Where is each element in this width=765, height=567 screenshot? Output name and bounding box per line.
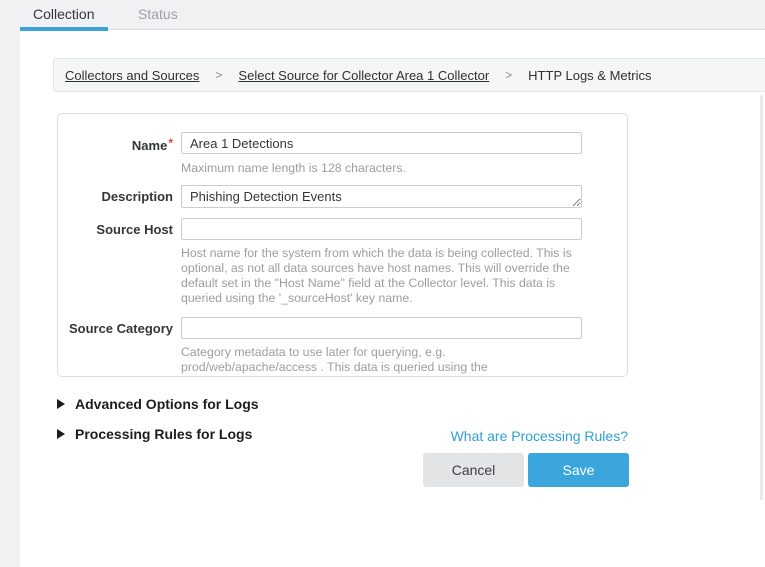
breadcrumb-separator: >: [215, 68, 222, 82]
name-help-text: Maximum name length is 128 characters.: [181, 161, 580, 176]
description-label: Description: [58, 185, 173, 204]
advanced-options-label: Advanced Options for Logs: [75, 396, 259, 412]
name-field-row: Name*: [58, 132, 627, 154]
name-label: Name*: [58, 132, 173, 153]
tab-status[interactable]: Status: [138, 0, 178, 27]
processing-rules-toggle[interactable]: Processing Rules for Logs: [57, 426, 252, 442]
source-config-page: Collection Status Collectors and Sources…: [0, 0, 765, 567]
active-tab-indicator: [20, 27, 108, 31]
required-asterisk: *: [168, 136, 173, 150]
breadcrumb-current-http-logs-metrics: HTTP Logs & Metrics: [528, 68, 651, 83]
form-actions: Cancel Save: [423, 453, 629, 487]
advanced-options-toggle[interactable]: Advanced Options for Logs: [57, 396, 259, 412]
source-form-card: Name* Maximum name length is 128 charact…: [57, 113, 628, 377]
what-are-processing-rules-link[interactable]: What are Processing Rules?: [451, 428, 628, 444]
source-category-input[interactable]: [181, 317, 582, 339]
left-gutter: [0, 0, 20, 567]
name-input[interactable]: [181, 132, 582, 154]
caret-right-icon: [57, 399, 65, 409]
source-host-help-row: Host name for the system from which the …: [58, 246, 627, 306]
source-host-input[interactable]: [181, 218, 582, 240]
source-host-field-row: Source Host: [58, 218, 627, 240]
source-category-help-text: Category metadata to use later for query…: [181, 345, 580, 377]
source-host-help-text: Host name for the system from which the …: [181, 246, 580, 306]
tab-collection[interactable]: Collection: [33, 0, 94, 27]
scrollbar-track[interactable]: [760, 95, 763, 500]
description-textarea[interactable]: Phishing Detection Events: [181, 185, 582, 208]
breadcrumb-select-source[interactable]: Select Source for Collector Area 1 Colle…: [238, 68, 489, 83]
breadcrumb-separator: >: [505, 68, 512, 82]
tab-bar: Collection Status: [0, 0, 765, 29]
source-host-label: Source Host: [58, 218, 173, 237]
name-help-row: Maximum name length is 128 characters.: [58, 161, 627, 176]
cancel-button[interactable]: Cancel: [423, 453, 524, 487]
caret-right-icon: [57, 429, 65, 439]
save-button[interactable]: Save: [528, 453, 629, 487]
breadcrumb-collectors-and-sources[interactable]: Collectors and Sources: [65, 68, 199, 83]
source-category-label: Source Category: [58, 317, 173, 336]
processing-rules-label: Processing Rules for Logs: [75, 426, 252, 442]
source-category-field-row: Source Category: [58, 317, 627, 339]
tab-bar-divider: [20, 29, 765, 30]
source-category-help-row: Category metadata to use later for query…: [58, 345, 627, 377]
description-field-row: Description Phishing Detection Events: [58, 185, 627, 208]
breadcrumb: Collectors and Sources > Select Source f…: [53, 58, 765, 92]
